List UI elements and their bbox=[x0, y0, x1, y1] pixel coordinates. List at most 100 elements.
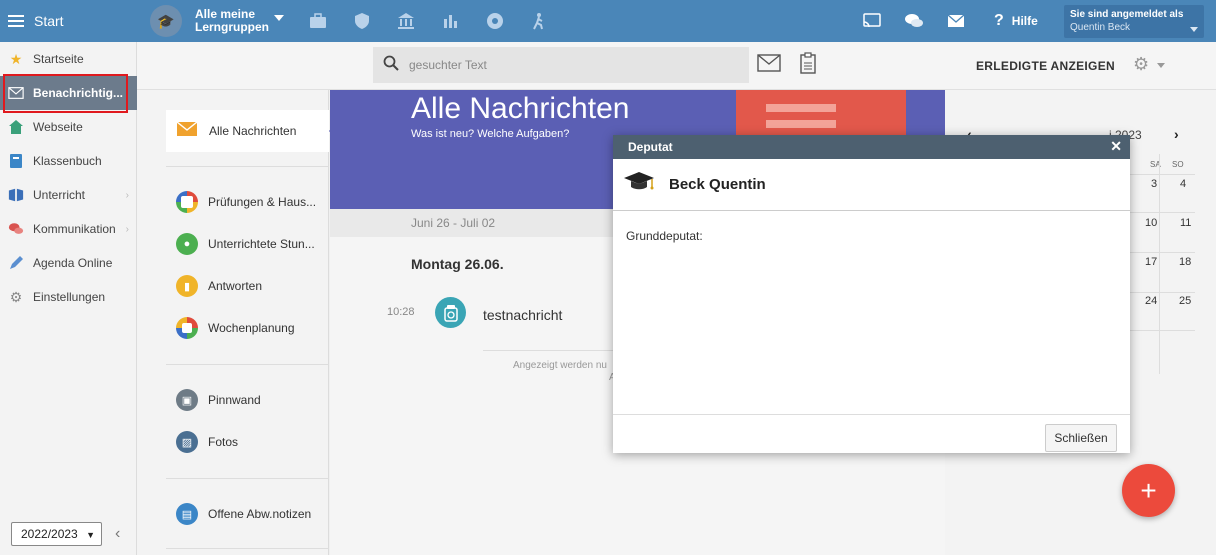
exam-icon bbox=[176, 191, 198, 213]
clipboard-icon[interactable] bbox=[800, 52, 816, 79]
graduation-cap-icon[interactable]: 🎓 bbox=[150, 5, 182, 37]
dialog-header: Deputat ✕ bbox=[613, 135, 1130, 159]
chevron-down-icon[interactable] bbox=[274, 15, 284, 21]
shield-icon[interactable] bbox=[352, 11, 372, 31]
page-title: Alle Nachrichten bbox=[411, 92, 630, 125]
message-time: 10:28 bbox=[387, 306, 415, 318]
next-month-button[interactable]: › bbox=[1174, 126, 1179, 142]
deputat-dialog: Deputat ✕ Beck Quentin Grunddeputat: Sch… bbox=[613, 135, 1130, 453]
filter-unterrichtete-stunden[interactable]: ● Unterrichtete Stun... bbox=[176, 232, 315, 256]
calendar-day[interactable]: 11 bbox=[1180, 217, 1191, 229]
sidebar-item-label: Kommunikation bbox=[33, 222, 116, 236]
calendar-day[interactable]: 4 bbox=[1180, 178, 1186, 190]
close-icon[interactable]: ✕ bbox=[1110, 138, 1122, 155]
sidebar-item-label: Einstellungen bbox=[33, 290, 106, 304]
sidebar-item-startseite[interactable]: ★ Startseite bbox=[0, 42, 137, 76]
sidebar-item-klassenbuch[interactable]: Klassenbuch bbox=[0, 144, 137, 178]
divider bbox=[1130, 330, 1195, 331]
banner-illustration bbox=[736, 90, 906, 140]
help-label: Hilfe bbox=[1011, 14, 1038, 28]
sidebar-item-agenda-online[interactable]: Agenda Online bbox=[0, 246, 137, 280]
sidebar-item-label: Klassenbuch bbox=[33, 154, 102, 168]
divider bbox=[1159, 154, 1160, 374]
search-placeholder: gesuchter Text bbox=[409, 58, 487, 72]
filter-offene-abw-notizen[interactable]: ▤ Offene Abw.notizen bbox=[176, 502, 311, 526]
date-range: Juni 26 - Juli 02 bbox=[411, 216, 496, 230]
show-done-button[interactable]: ERLEDIGTE ANZEIGEN bbox=[976, 59, 1115, 73]
hamburger-icon bbox=[8, 15, 24, 27]
divider bbox=[166, 548, 329, 549]
briefcase-icon[interactable] bbox=[308, 11, 328, 31]
chevron-right-icon: › bbox=[125, 189, 129, 201]
collapse-sidebar-button[interactable]: ‹ bbox=[115, 525, 120, 543]
gear-icon: ⚙ bbox=[9, 288, 23, 305]
chevron-down-icon bbox=[1190, 27, 1198, 32]
message-type-icon[interactable] bbox=[435, 297, 466, 328]
filter-label: Pinnwand bbox=[208, 393, 261, 407]
cast-icon[interactable] bbox=[862, 11, 882, 31]
group-selector[interactable]: Alle meine Lerngruppen bbox=[195, 8, 269, 34]
help-button[interactable]: ? Hilfe bbox=[994, 12, 1038, 30]
badge-icon[interactable] bbox=[485, 11, 505, 31]
sidebar-item-unterricht[interactable]: Unterricht › bbox=[0, 178, 137, 212]
bank-icon[interactable] bbox=[396, 11, 416, 31]
search-icon bbox=[383, 55, 399, 76]
mail-icon[interactable] bbox=[757, 54, 781, 77]
add-button[interactable]: + bbox=[1122, 464, 1175, 517]
filter-antworten[interactable]: ▮ Antworten bbox=[176, 274, 262, 298]
start-menu-button[interactable]: Start bbox=[8, 0, 64, 42]
divider bbox=[166, 364, 329, 365]
toolbar: gesuchter Text ERLEDIGTE ANZEIGEN ⚙ bbox=[137, 42, 1216, 90]
star-icon: ★ bbox=[9, 50, 23, 67]
chevron-right-icon: › bbox=[125, 223, 129, 235]
calendar-day[interactable]: 18 bbox=[1179, 256, 1191, 268]
weekday-label: SO bbox=[1172, 160, 1184, 169]
divider bbox=[1130, 292, 1195, 293]
filter-label: Prüfungen & Haus... bbox=[208, 195, 317, 209]
calendar-day[interactable]: 3 bbox=[1151, 178, 1157, 190]
bar-chart-icon[interactable] bbox=[441, 11, 461, 31]
close-button[interactable]: Schließen bbox=[1045, 424, 1117, 452]
school-year-select[interactable]: 2022/2023 ▼ bbox=[11, 522, 102, 546]
settings-gear-icon[interactable]: ⚙ bbox=[1133, 54, 1149, 75]
filter-label: Alle Nachrichten bbox=[209, 124, 297, 138]
main-sidebar: ★ Startseite Benachrichtig... Webseite K… bbox=[0, 42, 137, 555]
deputat-label: Grunddeputat: bbox=[626, 229, 703, 243]
filter-pinnwand[interactable]: ▣ Pinnwand bbox=[176, 388, 261, 412]
sidebar-item-label: Unterricht bbox=[33, 188, 86, 202]
filter-fotos[interactable]: ▨ Fotos bbox=[176, 430, 238, 454]
hiking-icon[interactable] bbox=[529, 11, 549, 31]
calendar-day[interactable]: 24 bbox=[1145, 295, 1157, 307]
dialog-title: Deputat bbox=[628, 140, 673, 154]
filter-label: Unterrichtete Stun... bbox=[208, 237, 315, 251]
filter-all-messages[interactable]: Alle Nachrichten bbox=[166, 110, 338, 152]
calendar-day[interactable]: 10 bbox=[1145, 217, 1157, 229]
start-label: Start bbox=[34, 13, 64, 29]
search-input[interactable]: gesuchter Text bbox=[373, 47, 749, 83]
sidebar-item-webseite[interactable]: Webseite bbox=[0, 110, 137, 144]
user-menu[interactable]: Sie sind angemeldet als Quentin Beck bbox=[1064, 5, 1204, 38]
user-name: Quentin Beck bbox=[1070, 22, 1131, 33]
filter-wochenplanung[interactable]: Wochenplanung bbox=[176, 316, 295, 340]
chevron-down-icon[interactable] bbox=[1157, 63, 1165, 68]
divider bbox=[1130, 174, 1195, 175]
page-subtitle: Was ist neu? Welche Aufgaben? bbox=[411, 128, 570, 140]
sidebar-item-einstellungen[interactable]: ⚙ Einstellungen bbox=[0, 280, 137, 314]
calendar-day[interactable]: 17 bbox=[1145, 256, 1157, 268]
message-filter-sidebar: Alle Nachrichten Prüfungen & Haus... ● U… bbox=[137, 90, 338, 555]
filter-label: Wochenplanung bbox=[208, 321, 295, 335]
sidebar-item-kommunikation[interactable]: Kommunikation › bbox=[0, 212, 137, 246]
plus-icon: + bbox=[1140, 474, 1157, 506]
sidebar-item-label: Startseite bbox=[33, 52, 84, 66]
user-status: Sie sind angemeldet als bbox=[1070, 9, 1184, 20]
calendar-day[interactable]: 25 bbox=[1179, 295, 1191, 307]
mail-icon[interactable] bbox=[946, 11, 966, 31]
message-subject[interactable]: testnachricht bbox=[483, 307, 562, 323]
highlight-box bbox=[3, 74, 128, 113]
divider bbox=[1130, 252, 1195, 253]
help-icon: ? bbox=[994, 12, 1004, 29]
person-icon: ● bbox=[176, 233, 198, 255]
filter-pruefungen[interactable]: Prüfungen & Haus... bbox=[176, 190, 316, 214]
sidebar-item-label: Webseite bbox=[33, 120, 83, 134]
chat-icon[interactable] bbox=[904, 11, 924, 31]
